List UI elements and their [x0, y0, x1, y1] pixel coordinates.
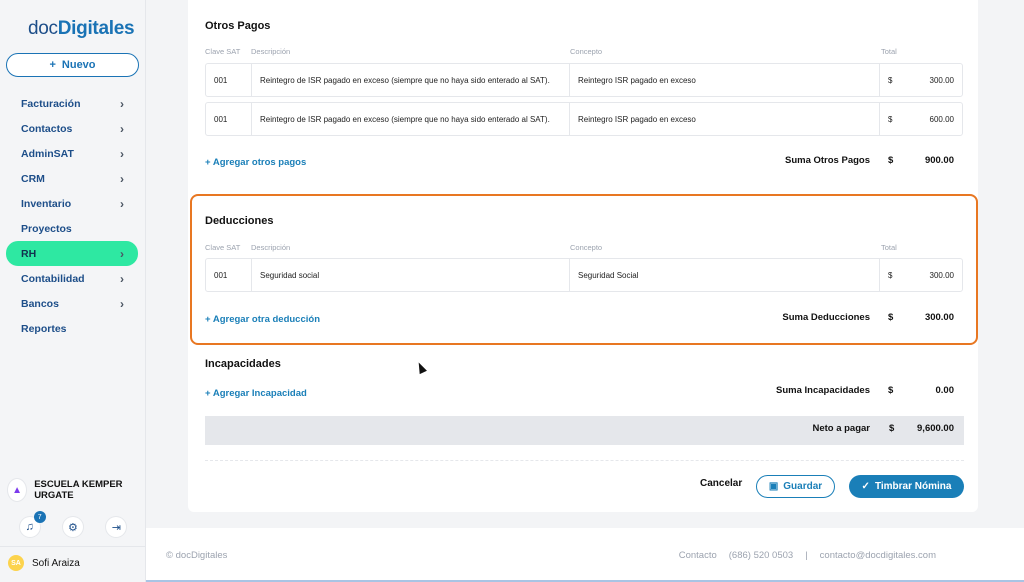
- logout-icon: ⇥: [111, 521, 121, 534]
- currency-symbol: $: [888, 385, 894, 396]
- sum-incapacidades-value: 0.00: [935, 385, 955, 396]
- cell-total: $300.00: [888, 75, 954, 85]
- column-header-clave: Clave SAT: [205, 47, 241, 56]
- add-otros-pagos-link[interactable]: + Agregar otros pagos: [205, 157, 306, 168]
- sum-otros-pagos-value: 900.00: [924, 155, 954, 166]
- sidebar-item-proyectos[interactable]: Proyectos: [6, 216, 138, 241]
- sidebar-nav: Facturación › Contactos › AdminSAT › CRM › I…: [6, 91, 138, 341]
- org-name: ESCUELA KEMPER URGATE: [34, 479, 123, 501]
- new-button[interactable]: + Nuevo: [6, 53, 139, 77]
- chevron-right-icon: ›: [120, 171, 124, 186]
- net-pay-label: Neto a pagar: [812, 423, 870, 434]
- sidebar-item-facturacion[interactable]: Facturación ›: [6, 91, 138, 116]
- plus-icon: +: [49, 59, 56, 71]
- gear-icon: ⚙: [68, 521, 78, 534]
- chevron-right-icon: ›: [120, 146, 124, 161]
- cell-descripcion: Reintegro de ISR pagado en exceso (siemp…: [252, 103, 570, 135]
- cell-clave: 001: [206, 64, 252, 96]
- floppy-disk-icon: ▣: [768, 481, 779, 492]
- divider: [205, 460, 964, 461]
- add-incapacidad-link[interactable]: + Agregar Incapacidad: [205, 388, 307, 399]
- column-header-descripcion: Descripción: [251, 47, 291, 56]
- sum-otros-pagos-label: Suma Otros Pagos: [785, 155, 870, 166]
- sidebar-item-contactos[interactable]: Contactos ›: [6, 116, 138, 141]
- table-row[interactable]: 001 Reintegro de ISR pagado en exceso (s…: [205, 63, 963, 97]
- currency-symbol: $: [888, 155, 894, 166]
- chevron-right-icon: ›: [120, 121, 124, 136]
- chevron-right-icon: ›: [120, 296, 124, 311]
- bell-icon: ♫: [25, 521, 34, 533]
- user-profile[interactable]: SA Sofi Araiza: [8, 555, 80, 571]
- sidebar-item-reportes[interactable]: Reportes: [6, 316, 138, 341]
- sidebar-tools: ♫ 7 ⚙ ⇥: [8, 511, 138, 537]
- footer-contact-label: Contacto: [678, 550, 717, 561]
- organization-switcher[interactable]: ▲ ESCUELA KEMPER URGATE: [8, 479, 142, 501]
- section-title-incapacidades: Incapacidades: [205, 358, 281, 370]
- footer: © docDigitales Contacto (686) 520 0503 |…: [146, 528, 1024, 582]
- cell-descripcion: Reintegro de ISR pagado en exceso (siemp…: [252, 64, 570, 96]
- cell-clave: 001: [206, 103, 252, 135]
- sidebar-item-rh[interactable]: RH ›: [6, 241, 138, 266]
- table-row[interactable]: 001 Reintegro de ISR pagado en exceso (s…: [205, 102, 963, 136]
- footer-separator: |: [805, 550, 808, 561]
- sidebar-item-inventario[interactable]: Inventario ›: [6, 191, 138, 216]
- check-circle-icon: ✓: [861, 481, 870, 492]
- column-header-total: Total: [881, 47, 897, 56]
- footer-email[interactable]: contacto@docdigitales.com: [820, 550, 936, 561]
- org-logo-icon: ▲: [8, 479, 27, 501]
- footer-copyright: © docDigitales: [166, 550, 228, 561]
- section-title-otros-pagos: Otros Pagos: [205, 20, 271, 32]
- deducciones-highlight-frame: [190, 194, 978, 345]
- footer-contact: Contacto (686) 520 0503 | contacto@docdi…: [679, 550, 936, 561]
- settings-button[interactable]: ⚙: [62, 517, 83, 537]
- net-pay-value: 9,600.00: [917, 423, 954, 434]
- chevron-right-icon: ›: [120, 271, 124, 286]
- column-header-concepto: Concepto: [570, 47, 603, 56]
- notification-badge: 7: [33, 511, 46, 523]
- notifications-button[interactable]: ♫ 7: [19, 511, 46, 537]
- app-logo[interactable]: docDigitales: [28, 18, 135, 40]
- divider: [0, 546, 146, 547]
- cell-total: $600.00: [888, 114, 954, 124]
- chevron-right-icon: ›: [120, 96, 124, 111]
- chevron-right-icon: ›: [120, 246, 124, 261]
- footer-phone[interactable]: (686) 520 0503: [729, 550, 793, 561]
- logout-button[interactable]: ⇥: [106, 517, 127, 537]
- save-button[interactable]: ▣ Guardar: [756, 475, 835, 498]
- cell-concepto: Reintegro ISR pagado en exceso: [570, 64, 880, 96]
- cell-concepto: Reintegro ISR pagado en exceso: [570, 103, 880, 135]
- sum-incapacidades-label: Suma Incapacidades: [776, 385, 870, 396]
- sidebar-item-bancos[interactable]: Bancos ›: [6, 291, 138, 316]
- sidebar: docDigitales + Nuevo Facturación › Contac…: [0, 0, 146, 582]
- user-name: Sofi Araiza: [32, 557, 80, 569]
- sidebar-item-contabilidad[interactable]: Contabilidad ›: [6, 266, 138, 291]
- stamp-payroll-button[interactable]: ✓ Timbrar Nómina: [849, 475, 964, 498]
- sidebar-item-adminsat[interactable]: AdminSAT ›: [6, 141, 138, 166]
- chevron-right-icon: ›: [120, 196, 124, 211]
- cancel-button[interactable]: Cancelar: [700, 478, 742, 489]
- avatar: SA: [8, 555, 24, 571]
- sidebar-item-crm[interactable]: CRM ›: [6, 166, 138, 191]
